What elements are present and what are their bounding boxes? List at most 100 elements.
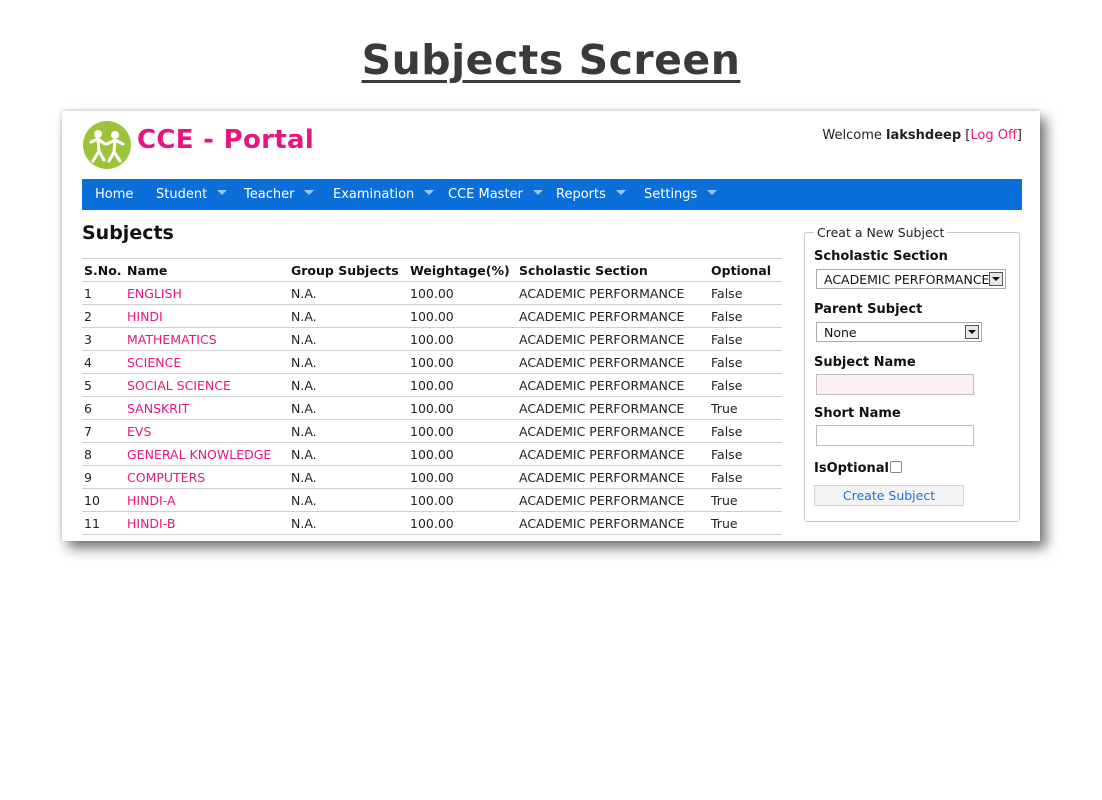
cell-name[interactable]: SCIENCE [125, 350, 289, 374]
caret-down-icon [217, 190, 228, 195]
cell-weightage: 100.00 [408, 511, 517, 535]
cell-optional: False [709, 465, 782, 489]
subject-name-label: Subject Name [814, 355, 916, 370]
table-row: 5 SOCIAL SCIENCE N.A. 100.00 ACADEMIC PERFOR… [82, 373, 782, 397]
cell-group-subjects: N.A. [289, 488, 408, 512]
cell-optional: False [709, 281, 782, 305]
nav-cce-master[interactable]: CCE Master [448, 179, 543, 210]
cell-sno: 4 [82, 350, 125, 374]
logoff-link[interactable]: Log Off [970, 128, 1017, 143]
nav-reports-label: Reports [556, 187, 606, 202]
subjects-table: S.No. Name Group Subjects Weightage(%) S… [82, 258, 782, 535]
cell-group-subjects: N.A. [289, 373, 408, 397]
select-arrow-icon [965, 325, 979, 339]
table-row: 8 GENERAL KNOWLEDGE N.A. 100.00 ACADEMIC PER… [82, 442, 782, 466]
cell-weightage: 100.00 [408, 396, 517, 420]
cell-weightage: 100.00 [408, 442, 517, 466]
col-group-subjects: Group Subjects [289, 258, 408, 282]
cell-name[interactable]: SANSKRIT [125, 396, 289, 420]
cell-name[interactable]: COMPUTERS [125, 465, 289, 489]
cell-group-subjects: N.A. [289, 304, 408, 328]
cell-group-subjects: N.A. [289, 465, 408, 489]
parent-subject-label: Parent Subject [814, 302, 923, 317]
nav-student[interactable]: Student [156, 179, 228, 210]
cell-scholastic-section: ACADEMIC PERFORMANCE [517, 419, 709, 443]
caret-down-icon [304, 190, 315, 195]
scholastic-section-value: ACADEMIC PERFORMANCE [824, 272, 990, 287]
is-optional-label: IsOptional [814, 461, 890, 476]
col-scholastic-section: Scholastic Section [517, 258, 709, 282]
cell-name[interactable]: ENGLISH [125, 281, 289, 305]
parent-subject-select[interactable]: None [816, 322, 982, 342]
caret-down-icon [615, 190, 626, 195]
nav-reports[interactable]: Reports [556, 179, 626, 210]
nav-teacher-label: Teacher [244, 187, 295, 202]
welcome-text: Welcome [822, 128, 882, 143]
cell-name[interactable]: HINDI [125, 304, 289, 328]
cell-scholastic-section: ACADEMIC PERFORMANCE [517, 281, 709, 305]
nav-home[interactable]: Home [95, 179, 133, 210]
scholastic-section-select[interactable]: ACADEMIC PERFORMANCE [816, 269, 1006, 289]
welcome-bar: Welcome lakshdeep [Log Off] [822, 128, 1022, 143]
cell-name[interactable]: HINDI-A [125, 488, 289, 512]
subject-name-input[interactable] [816, 374, 974, 395]
cell-sno: 10 [82, 488, 125, 512]
nav-teacher[interactable]: Teacher [244, 179, 315, 210]
table-header-row: S.No. Name Group Subjects Weightage(%) S… [82, 258, 782, 282]
cell-optional: False [709, 304, 782, 328]
nav-settings[interactable]: Settings [644, 179, 718, 210]
cell-weightage: 100.00 [408, 419, 517, 443]
table-row: 4 SCIENCE N.A. 100.00 ACADEMIC PERFORMANCE Fa… [82, 350, 782, 374]
cell-group-subjects: N.A. [289, 281, 408, 305]
main-nav: Home Student Teacher Examination CCE Mas… [82, 179, 1022, 210]
table-row: 1 ENGLISH N.A. 100.00 ACADEMIC PERFORMANCE Fa… [82, 281, 782, 305]
col-name: Name [125, 258, 289, 282]
cell-name[interactable]: EVS [125, 419, 289, 443]
cell-weightage: 100.00 [408, 350, 517, 374]
cell-scholastic-section: ACADEMIC PERFORMANCE [517, 373, 709, 397]
cell-weightage: 100.00 [408, 304, 517, 328]
caret-down-icon [707, 190, 718, 195]
cell-scholastic-section: ACADEMIC PERFORMANCE [517, 488, 709, 512]
cell-sno: 11 [82, 511, 125, 535]
cell-sno: 2 [82, 304, 125, 328]
nav-examination[interactable]: Examination [333, 179, 435, 210]
form-legend: Creat a New Subject [814, 225, 948, 240]
is-optional-checkbox[interactable] [890, 461, 902, 473]
section-title: Subjects [82, 222, 174, 244]
cell-name[interactable]: MATHEMATICS [125, 327, 289, 351]
col-sno: S.No. [82, 258, 125, 282]
cell-sno: 5 [82, 373, 125, 397]
cell-name[interactable]: SOCIAL SCIENCE [125, 373, 289, 397]
cell-group-subjects: N.A. [289, 419, 408, 443]
table-row: 9 COMPUTERS N.A. 100.00 ACADEMIC PERFORMANCE… [82, 465, 782, 489]
cell-name[interactable]: HINDI-B [125, 511, 289, 535]
nav-student-label: Student [156, 187, 208, 202]
cell-sno: 9 [82, 465, 125, 489]
cell-weightage: 100.00 [408, 281, 517, 305]
table-row: 6 SANSKRIT N.A. 100.00 ACADEMIC PERFORMANCE T… [82, 396, 782, 420]
table-body: 1 ENGLISH N.A. 100.00 ACADEMIC PERFORMANCE Fa… [82, 281, 782, 535]
parent-subject-value: None [824, 325, 857, 340]
caret-down-icon [532, 190, 543, 195]
cell-optional: True [709, 396, 782, 420]
caret-down-icon [424, 190, 435, 195]
cell-scholastic-section: ACADEMIC PERFORMANCE [517, 465, 709, 489]
cell-group-subjects: N.A. [289, 327, 408, 351]
cell-sno: 6 [82, 396, 125, 420]
cell-optional: False [709, 350, 782, 374]
short-name-input[interactable] [816, 425, 974, 446]
col-weightage: Weightage(%) [408, 258, 517, 282]
create-subject-button[interactable]: Create Subject [814, 485, 964, 506]
create-subject-form: Creat a New Subject Scholastic Section A… [804, 225, 1020, 522]
cell-name[interactable]: GENERAL KNOWLEDGE [125, 442, 289, 466]
cell-group-subjects: N.A. [289, 442, 408, 466]
brand-name: CCE - Portal [137, 125, 315, 155]
nav-examination-label: Examination [333, 187, 415, 202]
cell-group-subjects: N.A. [289, 511, 408, 535]
nav-cce-master-label: CCE Master [448, 187, 523, 202]
cell-optional: True [709, 488, 782, 512]
cell-optional: False [709, 327, 782, 351]
cell-group-subjects: N.A. [289, 350, 408, 374]
cell-weightage: 100.00 [408, 488, 517, 512]
